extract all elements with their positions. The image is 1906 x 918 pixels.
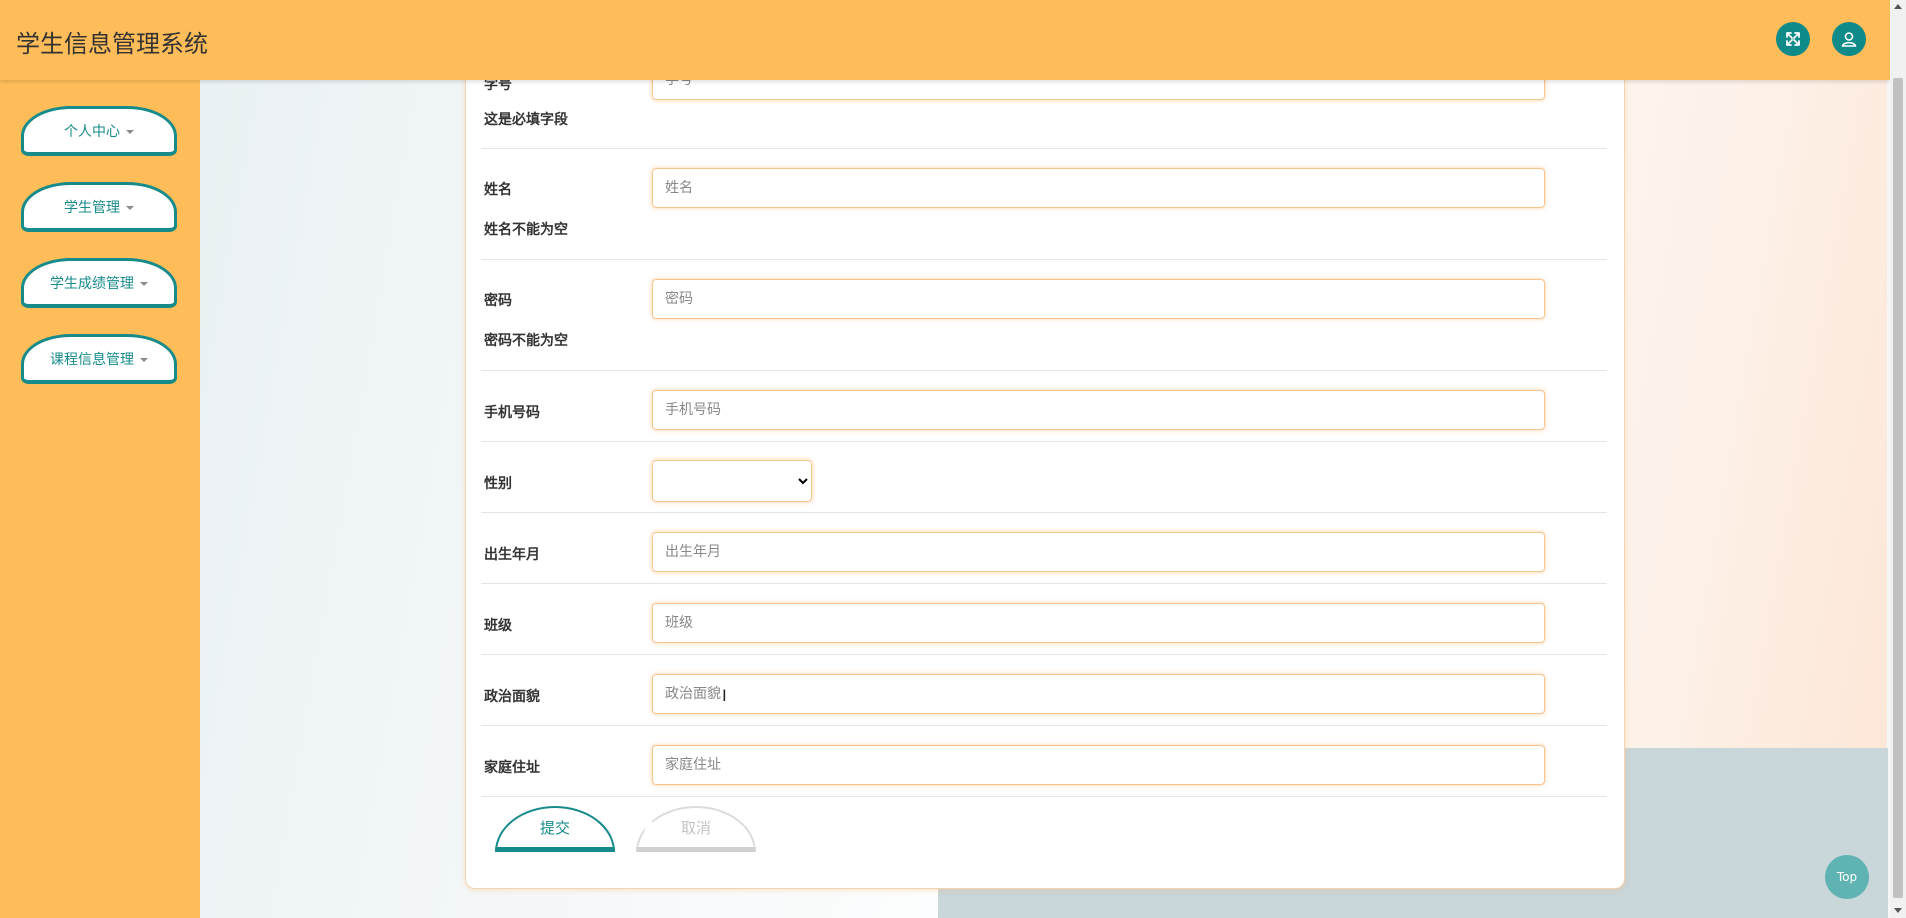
phone-input[interactable] — [652, 390, 1545, 430]
sidebar: 个人中心 学生管理 学生成绩管理 课程信息管理 — [0, 80, 200, 918]
sidebar-item-label: 课程信息管理 — [50, 351, 134, 368]
page-scrollbar[interactable] — [1890, 0, 1906, 918]
gender-label: 性别 — [484, 476, 512, 492]
birth-input[interactable] — [652, 532, 1545, 572]
name-hint: 姓名不能为空 — [484, 222, 568, 238]
fullscreen-icon — [1786, 32, 1800, 46]
scroll-thumb[interactable] — [1893, 78, 1903, 898]
top-header: 学生信息管理系统 — [0, 0, 1890, 80]
form-row-password: 密码 密码不能为空 — [481, 259, 1607, 371]
text-cursor-icon: I — [722, 686, 727, 705]
form-row-phone: 手机号码 — [481, 370, 1607, 442]
caret-down-icon — [126, 205, 134, 210]
politics-input[interactable] — [652, 674, 1545, 714]
scroll-up-arrow[interactable] — [1894, 4, 1902, 9]
politics-label: 政治面貌 — [484, 689, 540, 705]
sidebar-item-label: 学生管理 — [64, 199, 120, 216]
password-hint: 密码不能为空 — [484, 333, 568, 349]
address-label: 家庭住址 — [484, 760, 540, 776]
password-input[interactable] — [652, 279, 1545, 319]
caret-down-icon — [126, 129, 134, 134]
scroll-down-arrow[interactable] — [1894, 908, 1902, 913]
form-row-birth: 出生年月 — [481, 512, 1607, 584]
sidebar-item-personal-center[interactable]: 个人中心 — [21, 106, 177, 156]
sidebar-item-course-management[interactable]: 课程信息管理 — [21, 334, 177, 384]
form-row-address: 家庭住址 — [481, 725, 1607, 797]
back-to-top-button[interactable]: Top — [1825, 855, 1869, 899]
password-label: 密码 — [484, 293, 512, 309]
sidebar-item-score-management[interactable]: 学生成绩管理 — [21, 258, 177, 308]
sidebar-item-student-management[interactable]: 学生管理 — [21, 182, 177, 232]
app-title: 学生信息管理系统 — [16, 30, 208, 58]
phone-label: 手机号码 — [484, 405, 540, 421]
name-label: 姓名 — [484, 182, 512, 198]
caret-down-icon — [140, 357, 148, 362]
user-button[interactable] — [1832, 22, 1866, 56]
student-no-hint: 这是必填字段 — [484, 112, 568, 128]
user-icon — [1841, 32, 1857, 47]
form-row-politics: 政治面貌 — [481, 654, 1607, 726]
class-label: 班级 — [484, 618, 512, 634]
name-input[interactable] — [652, 168, 1545, 208]
form-row-gender: 性别 — [481, 441, 1607, 513]
class-input[interactable] — [652, 603, 1545, 643]
gender-select[interactable] — [652, 460, 812, 502]
form-row-class: 班级 — [481, 583, 1607, 655]
sidebar-item-label: 个人中心 — [64, 123, 120, 140]
form-row-name: 姓名 姓名不能为空 — [481, 148, 1607, 260]
fullscreen-button[interactable] — [1776, 22, 1810, 56]
birth-label: 出生年月 — [484, 547, 540, 563]
sidebar-item-label: 学生成绩管理 — [50, 275, 134, 292]
caret-down-icon — [140, 281, 148, 286]
address-input[interactable] — [652, 745, 1545, 785]
